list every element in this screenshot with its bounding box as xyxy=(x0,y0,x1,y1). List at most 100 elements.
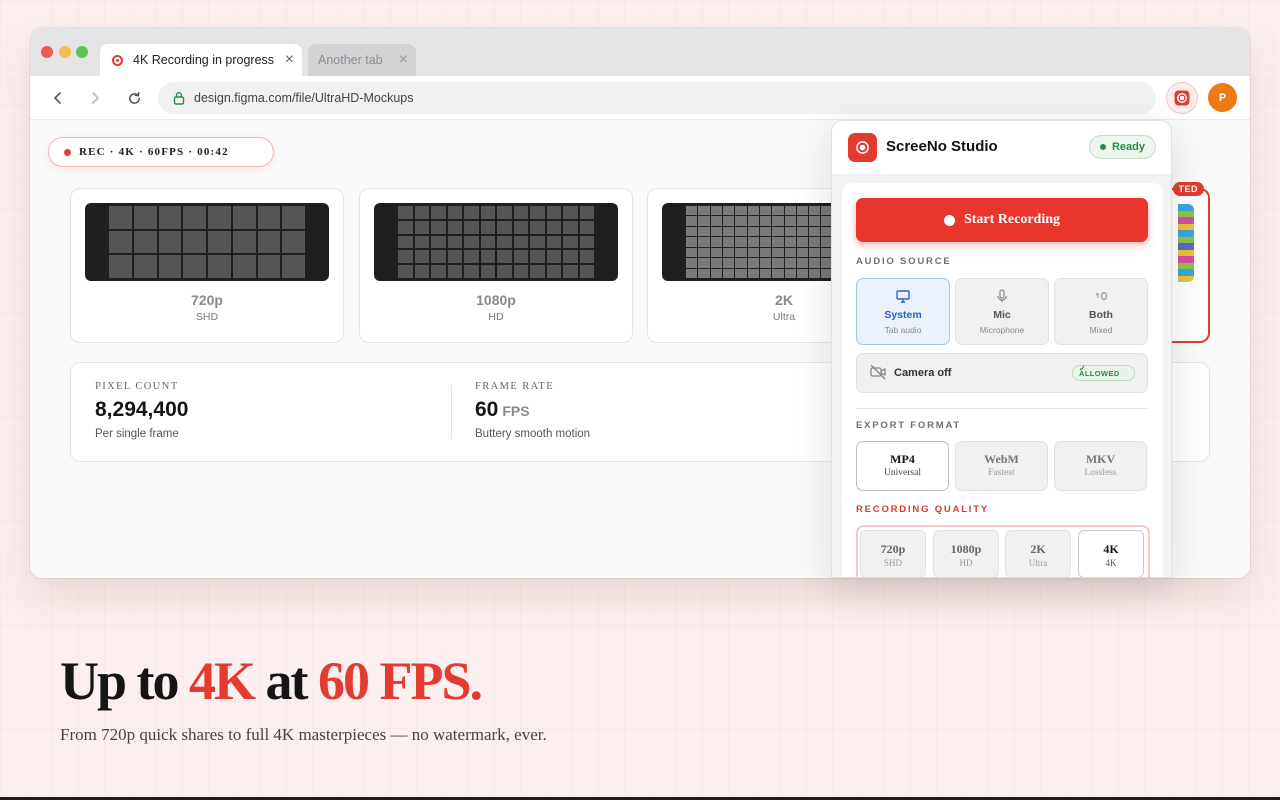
format-webm[interactable]: WebM Fastest xyxy=(955,441,1048,491)
reload-icon xyxy=(128,91,140,104)
avatar[interactable]: P xyxy=(1208,83,1237,112)
resolution-preview xyxy=(374,203,618,281)
resolution-card-720p[interactable]: 720p SHD xyxy=(70,188,344,343)
start-recording-button[interactable]: Start Recording xyxy=(856,198,1148,242)
preview-cell xyxy=(686,206,698,216)
preview-cell xyxy=(759,226,772,237)
preview-cell xyxy=(686,216,698,226)
preview-cell xyxy=(513,235,528,249)
selected-badge: TED xyxy=(1172,182,1204,196)
preview-cell xyxy=(497,235,512,249)
preview-cell xyxy=(722,206,735,216)
camera-toggle-row[interactable]: Camera off ✓ ALLOWED xyxy=(856,353,1148,393)
camera-permission-toggle[interactable]: ✓ ALLOWED xyxy=(1072,364,1135,381)
preview-cell xyxy=(722,216,735,226)
preview-cell xyxy=(464,235,479,249)
preview-cell xyxy=(497,265,512,278)
preview-cell xyxy=(698,258,710,268)
preview-cell xyxy=(698,237,710,247)
resolution-card-1080p[interactable]: 1080p HD xyxy=(359,188,633,343)
preview-cell xyxy=(686,268,698,278)
status-badge: Ready xyxy=(1088,135,1156,159)
tab-close-icon[interactable]: × xyxy=(285,51,294,69)
tab-recording[interactable]: 4K Recording in progress × xyxy=(100,44,302,76)
preview-cell xyxy=(513,206,528,219)
audio-option-both[interactable]: Both Mixed xyxy=(1054,278,1148,345)
stat-pixel-count: PIXEL COUNT 8,294,400 Per single frame xyxy=(95,381,188,440)
preview-cell xyxy=(809,247,821,258)
resolution-sub: HD xyxy=(488,311,504,323)
preview-cell xyxy=(563,265,578,278)
chevron-right-icon xyxy=(92,92,99,104)
preview-cell xyxy=(398,265,413,278)
format-mkv[interactable]: MKV Lossless xyxy=(1054,441,1147,491)
preview-cell xyxy=(414,265,429,278)
audio-option-mic[interactable]: Mic Microphone xyxy=(955,278,1049,345)
preview-cell xyxy=(464,265,479,278)
recording-icon xyxy=(112,54,123,66)
preview-cell xyxy=(735,268,747,278)
forward-button[interactable] xyxy=(83,86,107,110)
preview-cell xyxy=(796,206,809,216)
quality-4k[interactable]: 4K 4K xyxy=(1078,530,1144,577)
format-mp4[interactable]: MP4 Universal xyxy=(856,441,949,491)
quality-1080p[interactable]: 1080p HD xyxy=(933,530,999,577)
quality-2k[interactable]: 2K Ultra xyxy=(1005,530,1071,577)
preview-cell xyxy=(530,250,545,264)
preview-cell xyxy=(735,247,747,258)
preview-cell xyxy=(698,216,710,226)
quality-720p[interactable]: 720p SHD xyxy=(860,530,926,577)
preview-cell xyxy=(183,206,206,229)
minimize-window-button[interactable] xyxy=(59,46,71,58)
preview-cell xyxy=(447,250,462,264)
preview-cell xyxy=(398,235,413,249)
preview-cell xyxy=(208,255,231,278)
address-bar[interactable]: design.figma.com/file/UltraHD-Mockups xyxy=(158,82,1156,114)
preview-cell xyxy=(431,250,446,264)
preview-cell xyxy=(232,255,256,278)
preview-cell xyxy=(546,250,561,264)
preview-cell xyxy=(772,237,784,247)
preview-cell xyxy=(796,237,809,247)
preview-cell xyxy=(464,220,479,234)
preview-cell xyxy=(747,237,759,247)
audio-option-system[interactable]: System Tab audio xyxy=(856,278,950,345)
hero-headline: Up to 4K at 60 FPS. xyxy=(60,651,483,711)
tab-label: Another tab xyxy=(318,53,383,67)
preview-cell xyxy=(710,226,722,237)
preview-cell xyxy=(530,220,545,234)
tab-close-icon[interactable]: × xyxy=(399,51,408,69)
export-format-label: EXPORT FORMAT xyxy=(856,420,962,431)
preview-cell xyxy=(784,268,796,278)
preview-cell xyxy=(796,268,809,278)
preview-cell xyxy=(546,220,561,234)
maximize-window-button[interactable] xyxy=(76,46,88,58)
preview-cell xyxy=(722,247,735,258)
preview-cell xyxy=(414,250,429,264)
preview-cell xyxy=(464,250,479,264)
preview-cell xyxy=(747,268,759,278)
tab-another[interactable]: Another tab × xyxy=(308,44,416,76)
preview-cell xyxy=(809,268,821,278)
preview-cell xyxy=(809,226,821,237)
preview-cell xyxy=(480,265,495,278)
extension-button[interactable] xyxy=(1166,82,1198,114)
preview-cell xyxy=(109,230,132,254)
preview-cell xyxy=(497,220,512,234)
preview-cell xyxy=(133,255,157,278)
preview-cell xyxy=(282,206,305,229)
back-button[interactable] xyxy=(46,86,70,110)
tab-bar: 4K Recording in progress × Another tab × xyxy=(30,28,1250,76)
preview-cell xyxy=(686,247,698,258)
preview-cell xyxy=(480,206,495,219)
preview-cell xyxy=(710,268,722,278)
preview-cell xyxy=(158,230,182,254)
preview-cell xyxy=(208,206,231,229)
preview-cell xyxy=(563,206,578,219)
preview-cell xyxy=(809,206,821,216)
preview-cell xyxy=(747,216,759,226)
close-window-button[interactable] xyxy=(41,46,53,58)
preview-cell xyxy=(796,216,809,226)
reload-button[interactable] xyxy=(122,86,146,110)
stat-desc: Per single frame xyxy=(95,428,179,440)
